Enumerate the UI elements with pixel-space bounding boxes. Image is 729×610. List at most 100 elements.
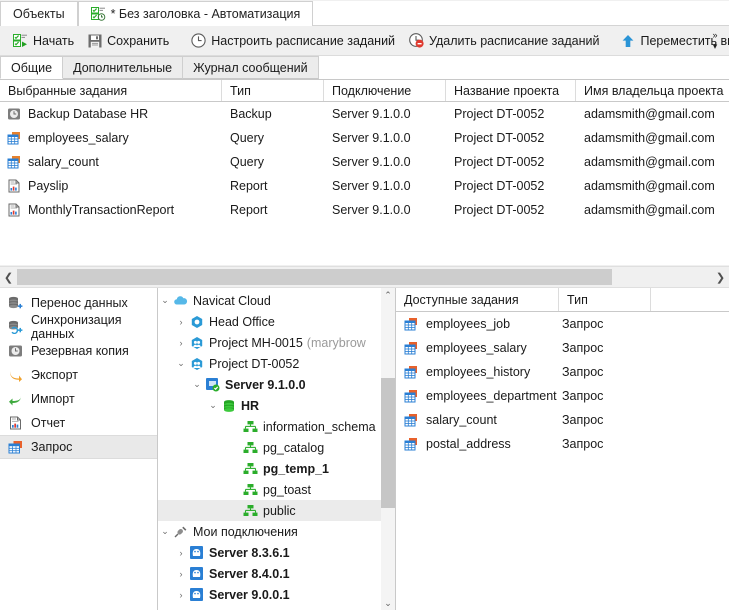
available-task-name: employees_job	[426, 317, 511, 331]
grid-horizontal-scrollbar[interactable]: ❮ ❯	[0, 266, 729, 288]
chevron-right-icon[interactable]: ›	[174, 317, 188, 327]
tree-node-server-8-3-6-1[interactable]: › Server 8.3.6.1	[158, 542, 381, 563]
tree-node-public[interactable]: public	[158, 500, 381, 521]
scroll-thumb[interactable]	[17, 269, 612, 285]
tab-general[interactable]: Общие	[0, 56, 64, 79]
connection-tree: ⌄ Navicat Cloud › Head Office › Project …	[158, 288, 381, 610]
schema-icon	[242, 483, 259, 497]
list-item[interactable]: employees_history Запрос	[396, 360, 729, 384]
tree-node-project-dt-0052[interactable]: ⌄ Project DT-0052	[158, 353, 381, 374]
list-item[interactable]: salary_count Запрос	[396, 408, 729, 432]
chevron-down-icon[interactable]: ⌄	[190, 379, 204, 390]
tree-node-owner: (marybrow	[306, 335, 366, 350]
chevron-down-icon[interactable]: ⌄	[206, 400, 220, 411]
sidebar-item-data-sync[interactable]: Синхронизация данных	[0, 313, 157, 341]
toolbar-overflow[interactable]: » ▾	[705, 26, 725, 56]
tree-vertical-scrollbar[interactable]: ⌃ ⌄	[381, 288, 395, 610]
report-icon	[7, 179, 21, 193]
col-header-available-blank[interactable]	[651, 288, 729, 311]
col-header-type[interactable]: Тип	[222, 80, 324, 101]
schema-icon	[242, 462, 259, 476]
tab-advanced[interactable]: Дополнительные	[62, 56, 184, 79]
col-header-project[interactable]: Название проекта	[446, 80, 576, 101]
chevron-right-icon[interactable]: ›	[174, 548, 188, 558]
tree-node-label: Head Office	[209, 314, 275, 329]
save-button-label: Сохранить	[107, 33, 170, 48]
scroll-track[interactable]	[17, 269, 712, 285]
tab-message-log[interactable]: Журнал сообщений	[182, 56, 319, 79]
toolbar: Начать Сохранить Настроить расписание за…	[0, 26, 729, 56]
sidebar-item-backup[interactable]: Резервная копия	[0, 339, 157, 363]
task-type-sidebar: Перенос данных Синхронизация данных Резе…	[0, 288, 158, 610]
tree-scroll-down-arrow[interactable]: ⌄	[381, 596, 395, 610]
delete-schedule-button[interactable]: Удалить расписание заданий	[402, 29, 606, 53]
chevron-down-icon[interactable]: ⌄	[158, 295, 172, 306]
table-row[interactable]: salary_count Query Server 9.1.0.0 Projec…	[0, 150, 729, 174]
tree-node-server-9-1-0-0[interactable]: ⌄ Server 9.1.0.0	[158, 374, 381, 395]
table-row[interactable]: employees_salary Query Server 9.1.0.0 Pr…	[0, 126, 729, 150]
sidebar-item-export[interactable]: Экспорт	[0, 363, 157, 387]
tree-node-information-schema[interactable]: information_schema	[158, 416, 381, 437]
grid-header: Выбранные задания Тип Подключение Назван…	[0, 80, 729, 102]
tree-node-pg-toast[interactable]: pg_toast	[158, 479, 381, 500]
chevron-right-icon[interactable]: ›	[174, 569, 188, 579]
task-name: Payslip	[28, 179, 69, 193]
tree-scroll-up-arrow[interactable]: ⌃	[381, 288, 395, 302]
list-item[interactable]: employees_salary Запрос	[396, 336, 729, 360]
tree-node-project-mh-0015[interactable]: › Project MH-0015 (marybrow	[158, 332, 381, 353]
task-name: salary_count	[28, 155, 99, 169]
sidebar-item-data-transfer[interactable]: Перенос данных	[0, 291, 157, 315]
col-header-connection[interactable]: Подключение	[324, 80, 446, 101]
chevron-down-icon[interactable]: ⌄	[158, 526, 172, 537]
task-owner: adamsmith@gmail.com	[584, 107, 715, 121]
scroll-right-arrow[interactable]: ❯	[712, 267, 729, 287]
report-icon	[8, 416, 23, 430]
tree-node-hr[interactable]: ⌄ HR	[158, 395, 381, 416]
grid-body: Backup Database HR Backup Server 9.1.0.0…	[0, 102, 729, 264]
available-task-name: employees_department	[426, 389, 557, 403]
col-header-selected-tasks[interactable]: Выбранные задания	[0, 80, 222, 101]
tab-objects[interactable]: Объекты	[0, 1, 78, 26]
tab-automation[interactable]: * Без заголовка - Автоматизация	[77, 1, 314, 26]
list-item[interactable]: postal_address Запрос	[396, 432, 729, 456]
tab-message-log-label: Журнал сообщений	[193, 60, 308, 75]
chevron-right-icon[interactable]: ›	[174, 590, 188, 600]
tree-node-navicat-cloud[interactable]: ⌄ Navicat Cloud	[158, 290, 381, 311]
arrow-up-icon	[621, 34, 635, 48]
database-icon	[220, 399, 237, 413]
sidebar-item-import[interactable]: Импорт	[0, 387, 157, 411]
col-header-owner[interactable]: Имя владельца проекта	[576, 80, 729, 101]
schema-icon	[242, 441, 259, 455]
task-connection: Server 9.1.0.0	[332, 203, 411, 217]
sidebar-item-query[interactable]: Запрос	[0, 435, 157, 459]
tree-node-label: Project MH-0015	[209, 335, 303, 350]
sidebar-item-report[interactable]: Отчет	[0, 411, 157, 435]
start-button[interactable]: Начать	[6, 29, 81, 53]
save-button[interactable]: Сохранить	[81, 29, 176, 53]
chevron-right-icon[interactable]: ›	[174, 338, 188, 348]
list-item[interactable]: employees_department Запрос	[396, 384, 729, 408]
tree-node-server-9-0-0-1[interactable]: › Server 9.0.0.1	[158, 584, 381, 605]
list-item[interactable]: employees_job Запрос	[396, 312, 729, 336]
tree-node-pg-catalog[interactable]: pg_catalog	[158, 437, 381, 458]
automation-icon	[90, 7, 106, 21]
tree-scroll-thumb[interactable]	[381, 378, 395, 508]
col-header-available-tasks[interactable]: Доступные задания	[396, 288, 559, 311]
bottom-panels: Перенос данных Синхронизация данных Резе…	[0, 288, 729, 610]
table-row[interactable]: Payslip Report Server 9.1.0.0 Project DT…	[0, 174, 729, 198]
tree-node-label: Server 9.0.0.1	[209, 587, 290, 602]
tree-node-label: information_schema	[263, 419, 376, 434]
tree-node-server-8-4-0-1[interactable]: › Server 8.4.0.1	[158, 563, 381, 584]
chevron-down-icon[interactable]: ⌄	[174, 358, 188, 369]
table-row[interactable]: Backup Database HR Backup Server 9.1.0.0…	[0, 102, 729, 126]
tree-node-pg-temp-1[interactable]: pg_temp_1	[158, 458, 381, 479]
tree-node-head-office[interactable]: › Head Office	[158, 311, 381, 332]
table-row[interactable]: MonthlyTransactionReport Report Server 9…	[0, 198, 729, 222]
export-icon	[8, 368, 23, 382]
configure-schedule-button[interactable]: Настроить расписание заданий	[184, 29, 402, 53]
available-task-name: employees_salary	[426, 341, 527, 355]
col-header-available-type[interactable]: Тип	[559, 288, 651, 311]
scroll-left-arrow[interactable]: ❮	[0, 267, 17, 287]
cloud-icon	[172, 295, 189, 307]
tree-node-my-connections[interactable]: ⌄ Мои подключения	[158, 521, 381, 542]
